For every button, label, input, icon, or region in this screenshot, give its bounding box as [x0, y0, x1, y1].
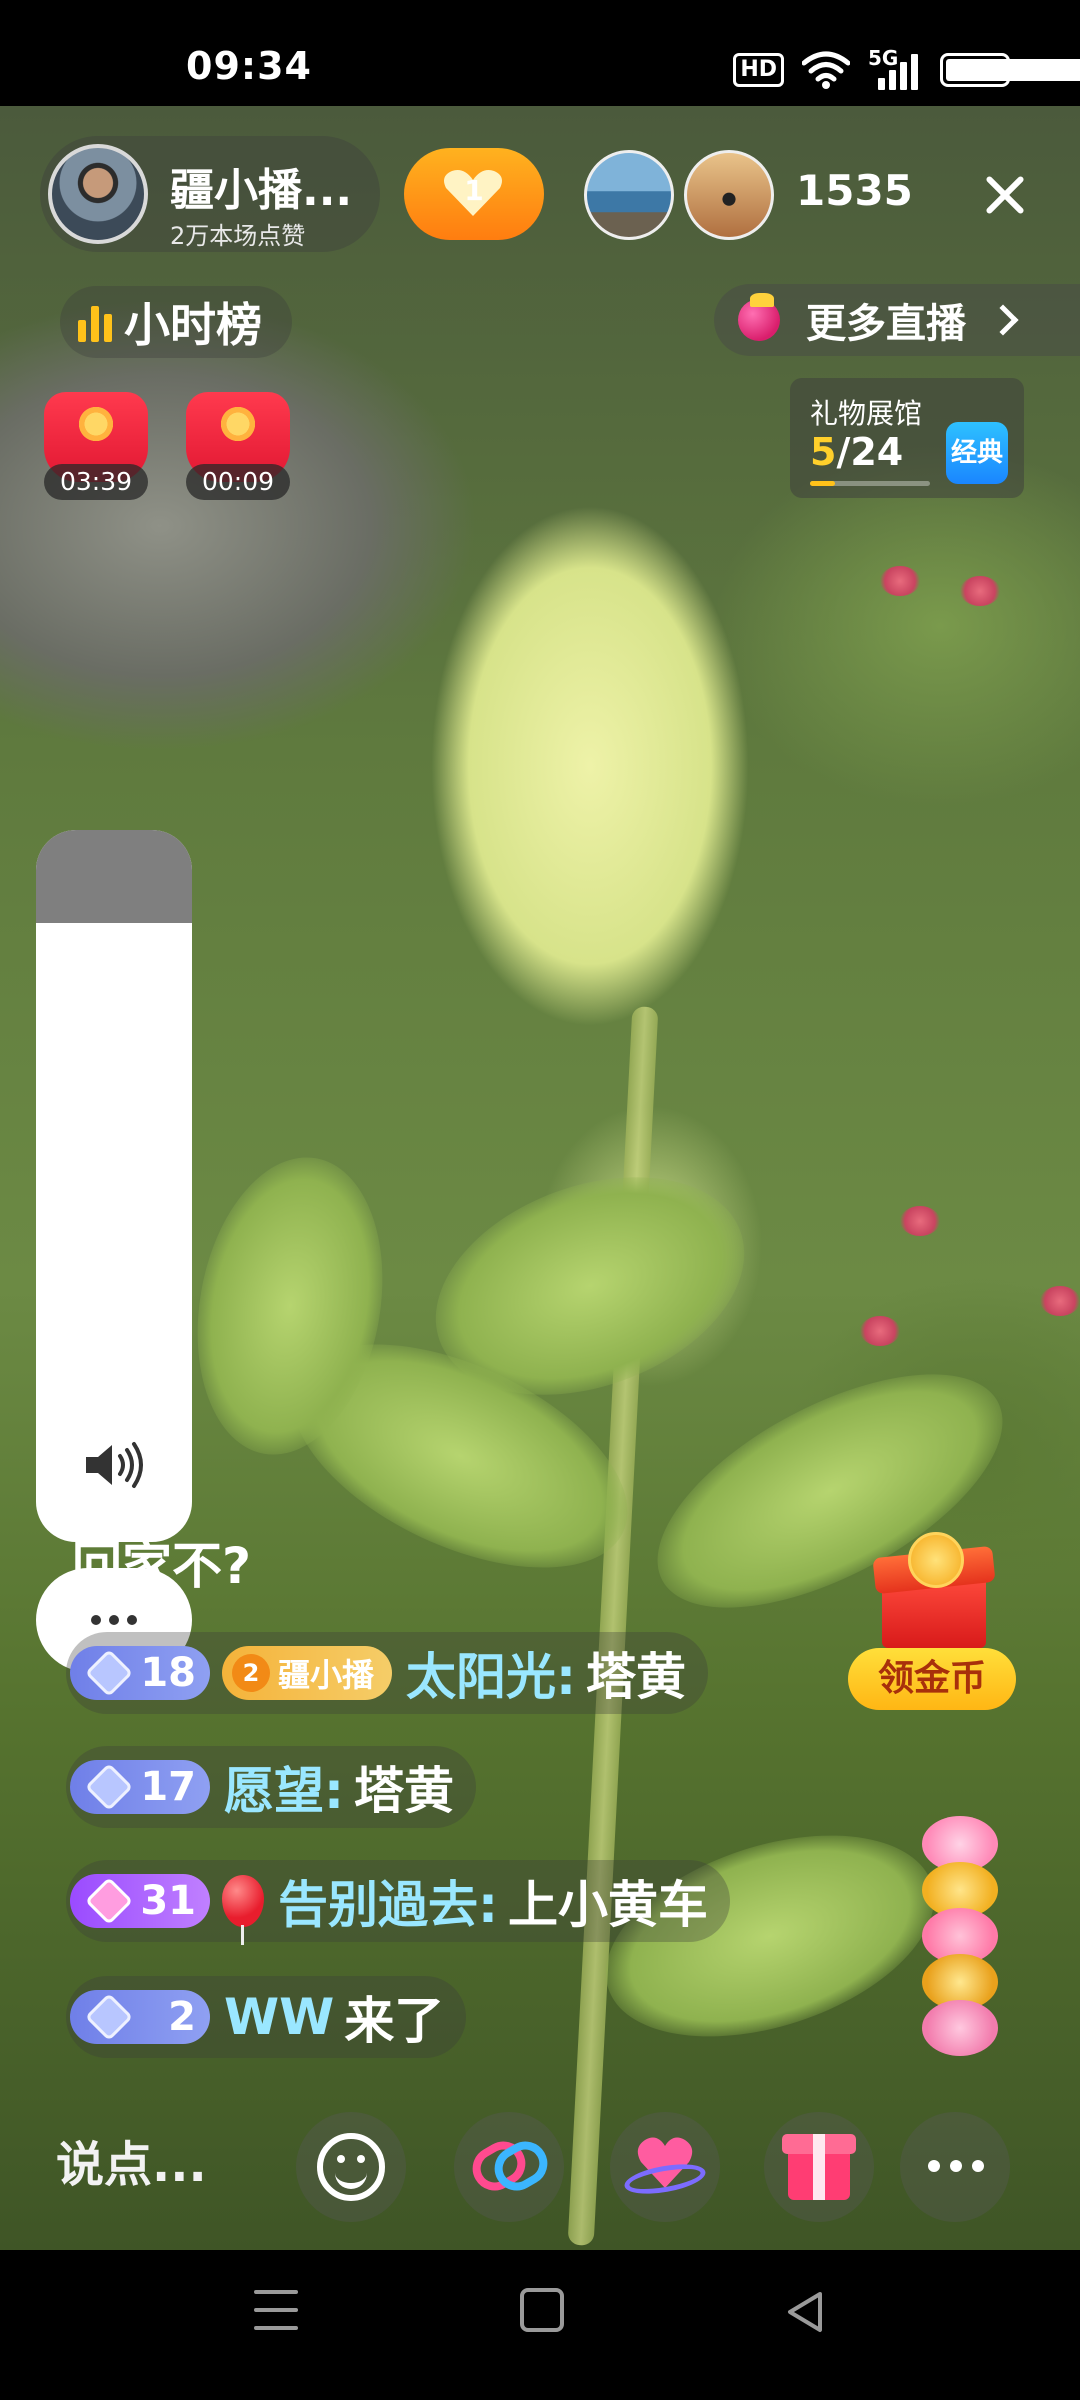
user-level-badge: 31 [70, 1874, 210, 1928]
flower [900, 1206, 940, 1236]
gift-hall-tag: 经典 [946, 422, 1008, 484]
chat-username[interactable]: 告别過去: [278, 1865, 498, 1937]
red-packet[interactable]: 00:09 [180, 388, 296, 500]
gift-hall-card[interactable]: 礼物展馆 5/24 经典 [790, 378, 1024, 498]
gift-hall-progress-bar [810, 481, 930, 486]
chat-text: 塔黄 [586, 1648, 687, 1706]
anchor-name: 疆小播... [170, 165, 353, 216]
more-menu-button[interactable] [900, 2112, 1010, 2222]
comment-input[interactable]: 说点... [56, 2120, 207, 2200]
flower [960, 576, 1000, 606]
chevron-right-icon [987, 304, 1019, 336]
rank-bars-icon [78, 302, 112, 342]
ellipsis-icon [928, 2160, 984, 2172]
hourly-rank-button[interactable]: 小时榜 [60, 286, 292, 358]
red-packet-knot [218, 404, 258, 444]
more-live-button[interactable]: 更多直播 [714, 284, 1080, 356]
gift-ribbon [813, 2134, 825, 2200]
user-level-badge: 2 [70, 1990, 210, 2044]
gift-hall-title: 礼物展馆 [810, 397, 923, 430]
wifi-icon [802, 51, 850, 89]
coin-icon [908, 1532, 964, 1588]
anchor-card[interactable]: 疆小播... 2万本场点赞 [40, 136, 380, 252]
back-icon[interactable] [784, 2290, 828, 2334]
fan-club-badge[interactable]: 1 [404, 148, 544, 240]
flower [880, 566, 920, 596]
gold-coin-button[interactable]: 领金币 [848, 1532, 1018, 1712]
smiley-icon [317, 2133, 385, 2201]
viewer-avatar[interactable] [584, 150, 674, 240]
5g-signal-icon: 5G [868, 46, 922, 90]
diamond-icon [84, 1762, 134, 1812]
anchor-avatar[interactable] [48, 144, 148, 244]
chat-text: 上小黄车 [508, 1876, 708, 1934]
emoji-button[interactable] [296, 2112, 406, 2222]
red-packet-timer: 03:39 [44, 464, 148, 500]
close-button[interactable] [970, 160, 1040, 230]
hourly-rank-label: 小时榜 [124, 298, 262, 352]
chat-message[interactable]: 17 愿望: 塔黄 [66, 1746, 476, 1828]
speaker-icon [86, 1442, 143, 1488]
diamond-icon [84, 1648, 134, 1698]
volume-slider[interactable] [36, 830, 192, 1542]
red-packet-knot [76, 404, 116, 444]
link-mic-button[interactable] [454, 2112, 564, 2222]
more-live-label: 更多直播 [806, 301, 966, 347]
status-time: 09:34 [186, 44, 312, 88]
chat-text: 来了 [344, 1992, 445, 2050]
home-icon[interactable] [520, 2288, 564, 2332]
red-packet[interactable]: 03:39 [38, 388, 154, 500]
volume-empty-track [36, 830, 192, 923]
gold-coin-label: 领金币 [848, 1648, 1016, 1710]
status-icons: HD 5G [733, 46, 1080, 90]
viewer-count[interactable]: 1535 [796, 166, 913, 215]
chat-message[interactable]: 31 告别過去: 上小黄车 [66, 1860, 730, 1945]
fan-club-heart-button[interactable] [610, 2112, 720, 2222]
chat-username[interactable]: 太阳光: [406, 1637, 576, 1709]
live-bag-icon [738, 293, 780, 341]
user-level-badge: 17 [70, 1760, 210, 1814]
menu-icon[interactable] [254, 2290, 298, 2334]
balloon-icon [222, 1875, 264, 1945]
system-nav-bar [0, 2250, 1080, 2400]
gift-button[interactable] [764, 2112, 874, 2222]
fan-club-tag: 2 疆小播 [222, 1646, 393, 1700]
chat-username[interactable]: WW [224, 1988, 334, 2046]
viewer-avatar[interactable] [684, 150, 774, 240]
anchor-likes: 2万本场点赞 [170, 222, 306, 250]
chat-message[interactable]: 2 WW 来了 [66, 1976, 467, 2058]
user-level-badge: 18 [70, 1646, 210, 1700]
flower [860, 1316, 900, 1346]
status-bar: 09:34 HD 5G [0, 0, 1080, 106]
red-packet-timer: 00:09 [186, 464, 290, 500]
hd-icon: HD [733, 53, 784, 87]
chat-text: 塔黄 [354, 1762, 454, 1820]
gem-icon [84, 1876, 134, 1926]
flower [1040, 1286, 1080, 1316]
fan-club-level: 2 [232, 1654, 270, 1692]
lantern-decoration-icon[interactable] [912, 1816, 1008, 2060]
battery-icon [940, 53, 1080, 87]
chat-username[interactable]: 愿望: [224, 1751, 344, 1823]
fan-level: 1 [464, 174, 484, 207]
chat-message[interactable]: 18 2 疆小播 太阳光: 塔黄 [66, 1632, 709, 1714]
diamond-icon [84, 1992, 134, 2042]
gift-hall-progress: 5/24 [810, 430, 904, 474]
